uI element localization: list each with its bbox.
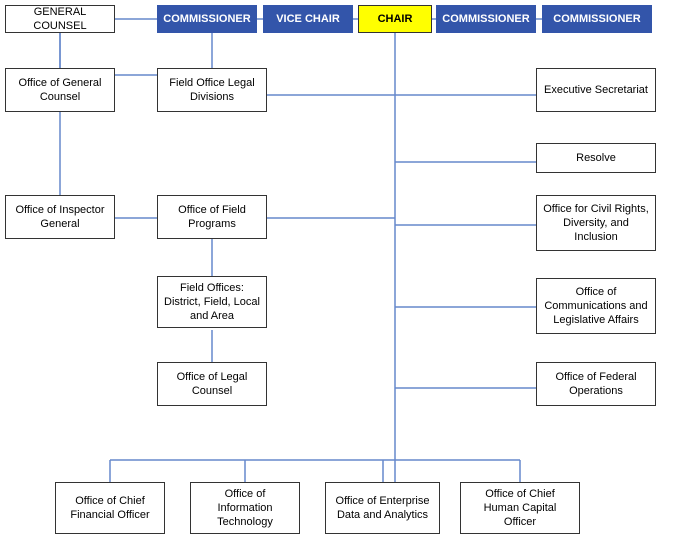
field-offices-box: Field Offices: District, Field, Local an… <box>157 276 267 328</box>
office-legal-counsel-box: Office of Legal Counsel <box>157 362 267 406</box>
office-federal-ops-box: Office of Federal Operations <box>536 362 656 406</box>
office-civil-rights-box: Office for Civil Rights, Diversity, and … <box>536 195 656 251</box>
office-communications-box: Office of Communications and Legislative… <box>536 278 656 334</box>
commissioner2-box: COMMISSIONER <box>436 5 536 33</box>
office-general-counsel-box: Office of General Counsel <box>5 68 115 112</box>
vice-chair-box: VICE CHAIR <box>263 5 353 33</box>
commissioner1-box: COMMISSIONER <box>157 5 257 33</box>
office-field-programs-box: Office of Field Programs <box>157 195 267 239</box>
executive-secretariat-box: Executive Secretariat <box>536 68 656 112</box>
org-chart: GENERAL COUNSEL COMMISSIONER VICE CHAIR … <box>0 0 691 551</box>
office-cfo-box: Office of Chief Financial Officer <box>55 482 165 534</box>
office-chco-box: Office of Chief Human Capital Officer <box>460 482 580 534</box>
chair-box: CHAIR <box>358 5 432 33</box>
field-office-legal-box: Field Office Legal Divisions <box>157 68 267 112</box>
office-it-box: Office of Information Technology <box>190 482 300 534</box>
resolve-box: Resolve <box>536 143 656 173</box>
office-inspector-box: Office of Inspector General <box>5 195 115 239</box>
office-eda-box: Office of Enterprise Data and Analytics <box>325 482 440 534</box>
general-counsel-box: GENERAL COUNSEL <box>5 5 115 33</box>
commissioner3-box: COMMISSIONER <box>542 5 652 33</box>
